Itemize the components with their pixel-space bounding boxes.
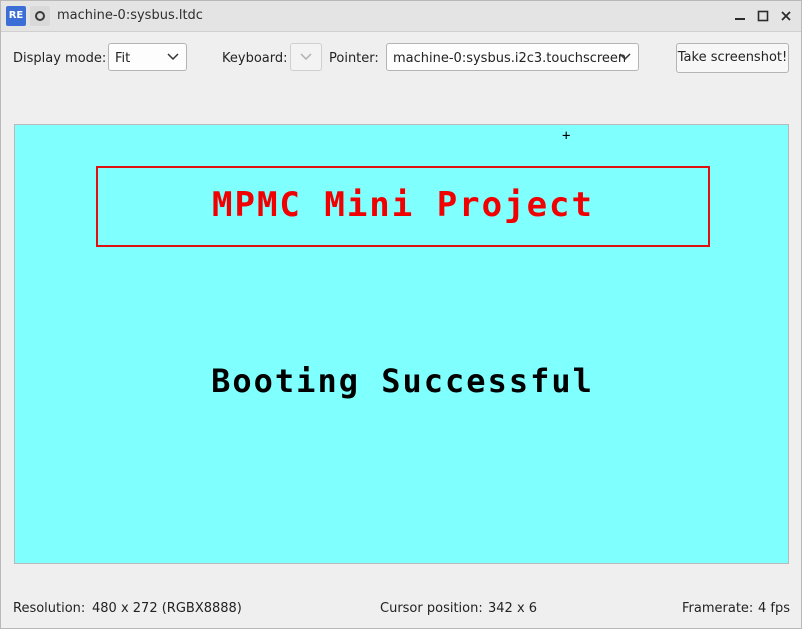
- pointer-label: Pointer:: [329, 51, 379, 66]
- display-title-text: MPMC Mini Project: [212, 185, 594, 225]
- framebuffer-display[interactable]: + MPMC Mini Project Booting Successful: [14, 124, 789, 564]
- resolution-value: 480 x 272 (RGBX8888): [92, 601, 242, 616]
- take-screenshot-button[interactable]: Take screenshot!: [676, 43, 789, 73]
- title-frame: MPMC Mini Project: [96, 166, 710, 247]
- maximize-icon: [757, 10, 769, 22]
- display-mode-select[interactable]: Fit: [108, 43, 187, 71]
- title-bar[interactable]: RE machine-0:sysbus.ltdc: [1, 1, 801, 32]
- close-button[interactable]: [776, 6, 796, 26]
- boot-message-text: Booting Successful: [211, 362, 594, 400]
- app-icon: RE: [6, 6, 26, 26]
- display-mode-value: Fit: [115, 51, 131, 66]
- pointer-select[interactable]: machine-0:sysbus.i2c3.touchscreen: [386, 43, 639, 71]
- minimize-icon: [735, 18, 745, 20]
- close-icon: [781, 11, 791, 21]
- cursor-marker: +: [562, 128, 571, 144]
- maximize-button[interactable]: [753, 6, 773, 26]
- keyboard-select[interactable]: [290, 43, 322, 71]
- display-mode-label: Display mode:: [13, 51, 107, 66]
- pointer-value: machine-0:sysbus.i2c3.touchscreen: [393, 51, 627, 66]
- keyboard-label: Keyboard:: [222, 51, 288, 66]
- resolution-label: Resolution:: [13, 601, 86, 616]
- chevron-down-icon: [300, 53, 312, 61]
- cursor-position-label: Cursor position:: [380, 601, 483, 616]
- pin-icon[interactable]: [30, 6, 50, 26]
- chevron-down-icon: [167, 53, 179, 61]
- framerate-label: Framerate:: [682, 601, 754, 616]
- renode-frame-window: RE machine-0:sysbus.ltdc Display mode: F…: [0, 0, 802, 629]
- framerate-value: 4 fps: [758, 601, 791, 616]
- chevron-down-icon: [619, 53, 631, 61]
- minimize-button[interactable]: [730, 6, 750, 26]
- cursor-position-value: 342 x 6: [488, 601, 538, 616]
- window-title: machine-0:sysbus.ltdc: [57, 8, 203, 23]
